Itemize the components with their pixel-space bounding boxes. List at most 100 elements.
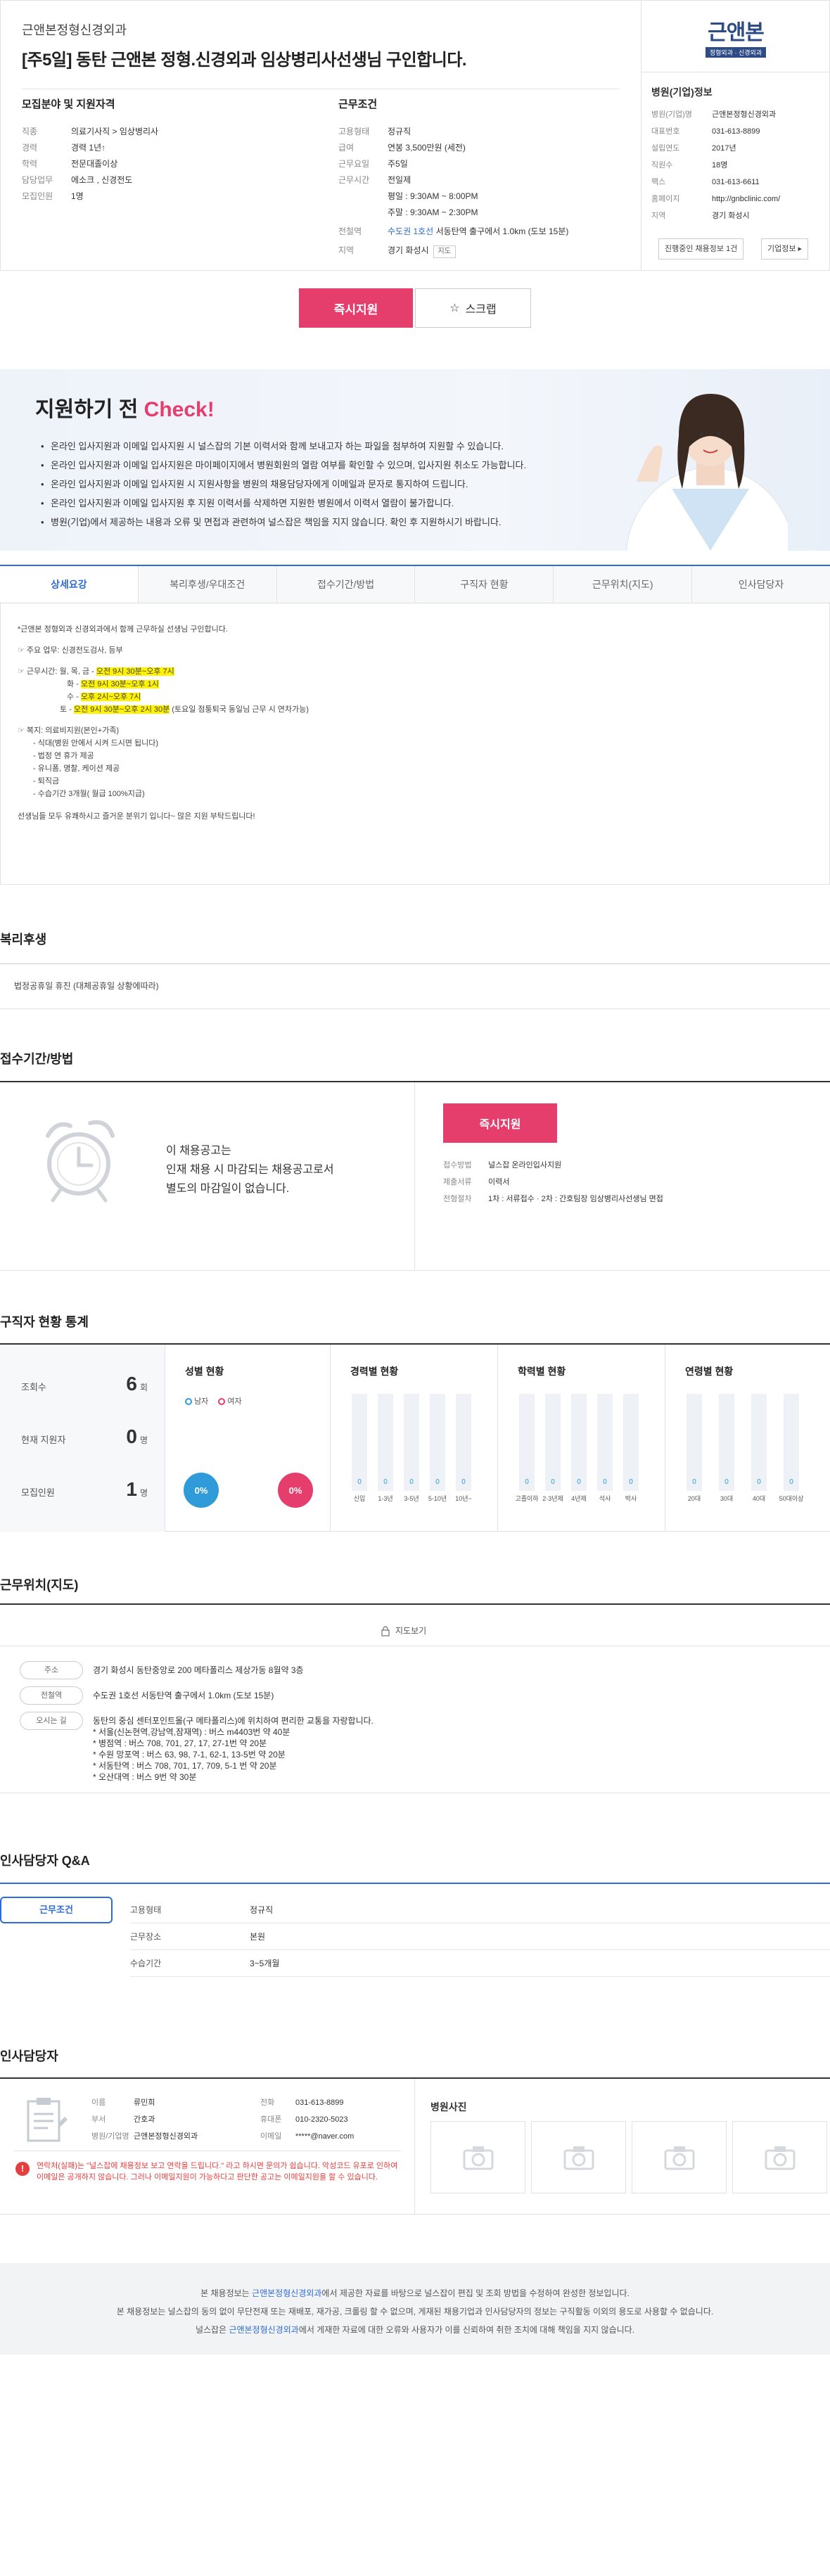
bar-value: 0 xyxy=(724,1478,729,1486)
gender-stats: 성별 현황 남자 여자 0% 0% xyxy=(165,1345,331,1532)
hr-mobile[interactable]: 010-2320-5023 xyxy=(295,2111,348,2128)
bar-track: 0 xyxy=(571,1394,587,1491)
bar-label: 50대이상 xyxy=(779,1495,804,1502)
bar-label: 2·3년제 xyxy=(542,1495,563,1502)
job-detail-content: *근앤본 정형외과 신경외과에서 함께 근무하실 선생님 구인합니다. ☞ 주요… xyxy=(0,603,830,885)
star-icon: ☆ xyxy=(449,302,460,314)
tab-location[interactable]: 근무위치(지도) xyxy=(553,566,692,603)
female-percent: 0% xyxy=(278,1473,313,1508)
ongoing-jobs-button[interactable]: 진행중인 채용정보 1건 xyxy=(658,238,744,259)
hr-phone[interactable]: 031-613-8899 xyxy=(295,2094,344,2111)
footer-line: 본 채용정보는 널스잡의 동의 없이 무단전재 또는 재배포, 재가공, 크롤링… xyxy=(116,2307,714,2317)
applicant-stats: 조회수 6회 현재 지원자 0명 모집인원 1명 성별 현황 남자 여자 0% … xyxy=(0,1343,830,1532)
address-row: 주소 경기 화성시 동탄중앙로 200 메타폴리스 제상가동 8월약 3층 xyxy=(20,1661,304,1679)
corp-row: 설립연도 2017년 xyxy=(651,144,736,153)
hospital-photo-slot[interactable] xyxy=(732,2121,827,2193)
condition-row: 근무시간 전일제 xyxy=(338,175,411,185)
tab-detail[interactable]: 상세요강 xyxy=(0,566,138,603)
tab-hr[interactable]: 인사담당자 xyxy=(691,566,830,603)
condition-row: 전철역 수도권 1호선 서동탄역 출구에서 1.0km (도보 15분) xyxy=(338,226,569,236)
views-stat: 조회수 6회 xyxy=(21,1373,148,1395)
bar-label: 신입 xyxy=(353,1495,366,1502)
recruit-row: 경력 경력 1년↑ xyxy=(22,143,106,153)
bar-label: 30대 xyxy=(720,1495,734,1502)
map-mini-button[interactable]: 지도 xyxy=(433,245,456,258)
bar-value: 0 xyxy=(789,1478,793,1486)
bar-track: 0 xyxy=(719,1394,734,1491)
recruit-stat: 모집인원 1명 xyxy=(21,1478,148,1500)
scrap-label: 스크랩 xyxy=(465,304,497,316)
hr-title: 인사담당자 xyxy=(0,2049,58,2063)
corp-row: 병원(기업)명 근앤본정형신경외과 xyxy=(651,110,777,119)
corp-info-list: 병원(기업)명 근앤본정형신경외과 대표번호 031-613-8899 설립연도 20… xyxy=(651,106,820,224)
qna-tab-conditions[interactable]: 근무조건 xyxy=(0,1897,113,1923)
hospital-photo-title: 병원사진 xyxy=(430,2101,467,2113)
corp-row: 홈페이지 http://gnbclinic.com/ xyxy=(651,191,820,207)
check-item: 온라인 입사지원과 이메일 입사지원 후 지원 이력서를 삭제하면 지원한 병원… xyxy=(41,494,526,513)
qna-row: 고용형태 정규직 xyxy=(130,1897,830,1923)
company-logo[interactable]: 근앤본 정형외과 · 신경외과 xyxy=(641,1,830,72)
bar-track: 0 xyxy=(404,1394,419,1491)
qna-row: 수습기간 3~5개월 xyxy=(130,1950,830,1977)
tab-welfare[interactable]: 복리후생/우대조건 xyxy=(137,566,276,603)
bar-track: 0 xyxy=(378,1394,393,1491)
welfare-content: 법정공휴일 휴진 (대체공휴일 상황에따라) xyxy=(0,963,830,1009)
recruit-row: 직종 의료기사직 > 임상병리사 xyxy=(22,127,159,136)
condition-row: 평일 : 9:30AM ~ 8:00PM xyxy=(388,191,478,201)
reception-row: 전형절차 1차 : 서류접수 · 2차 : 간호팀장 임상병리사선생님 면접 xyxy=(443,1195,663,1203)
corp-row: 팩스 031-613-6611 xyxy=(651,178,760,186)
hospital-photo-slot[interactable] xyxy=(632,2121,727,2193)
hr-contact-info: 이름 류민희 부서 간호과 병원/기업명 근앤본정형신경외과 전화 031-613-88… xyxy=(0,2079,415,2215)
recruit-title: 모집분야 및 지원자격 xyxy=(22,98,115,110)
hr-email[interactable]: *****@naver.com xyxy=(295,2128,354,2145)
hr-info-left: 이름 류민희 부서 간호과 병원/기업명 근앤본정형신경외과 xyxy=(91,2098,198,2141)
doctor-illustration xyxy=(626,394,788,551)
welfare-title: 복리후생 xyxy=(0,933,47,947)
check-item: 온라인 입사지원과 이메일 입사지원 시 지원사항을 병원의 채용담당자에게 이… xyxy=(41,475,526,494)
company-name[interactable]: 근앤본정형신경외과 xyxy=(22,20,620,39)
qna-row: 근무장소 본원 xyxy=(130,1923,830,1950)
hr-info-right: 전화 031-613-8899 휴대폰 010-2320-5023 이메일 *****… xyxy=(260,2094,354,2145)
lock-icon xyxy=(381,1626,390,1636)
stats-title: 구직자 현황 통계 xyxy=(0,1315,89,1329)
bar-label: 박사 xyxy=(625,1495,637,1502)
check-item: 온라인 입사지원과 이메일 입사지원은 마이페이지에서 병원회원의 열람 여부를… xyxy=(41,456,526,475)
age-stats: 연령별 현황 0 20대 0 30대 0 40대 0 50대이상 xyxy=(665,1345,829,1532)
bar-label: 5-10년 xyxy=(428,1495,447,1502)
condition-row: 고용형태 정규직 xyxy=(338,127,411,136)
tab-reception[interactable]: 접수기간/방법 xyxy=(276,566,415,603)
corp-info-button[interactable]: 기업정보 ▸ xyxy=(761,238,809,259)
route-row: 오시는 길 동탄의 중심 센터포인트몰(구 메타폴리스)에 위치하여 편리한 교… xyxy=(20,1712,374,1783)
reception-box: 이 채용공고는 인재 채용 시 마감되는 채용공고로서 별도의 마감일이 없습니… xyxy=(0,1081,830,1271)
reception-row: 제출서류 이력서 xyxy=(443,1178,510,1186)
bar-value: 0 xyxy=(409,1478,414,1486)
tab-applicant-stats[interactable]: 구직자 현황 xyxy=(414,566,554,603)
footer-line: 널스잡은 근앤본정형신경외과에서 게재한 자료에 대한 오류와 사용자가 이를 … xyxy=(195,2325,635,2335)
corp-info-panel: 근앤본 정형외과 · 신경외과 병원(기업)정보 병원(기업)명 근앤본정형신경외… xyxy=(641,1,830,270)
hospital-photo-slot[interactable] xyxy=(531,2121,626,2193)
bar-value: 0 xyxy=(692,1478,696,1486)
footer-line: 본 채용정보는 근앤본정형신경외과에서 제공한 자료를 바탕으로 널스잡이 편집… xyxy=(200,2288,630,2298)
bar-value: 0 xyxy=(577,1478,581,1486)
alarm-clock-icon xyxy=(46,1120,115,1203)
bar-track: 0 xyxy=(430,1394,445,1491)
bar-track: 0 xyxy=(597,1394,613,1491)
location-title: 근무위치(지도) xyxy=(0,1578,79,1592)
education-stats: 학력별 현황 0 고졸이하 0 2·3년제 0 4년제 0 석사 0 박사 xyxy=(498,1345,665,1532)
homepage-link[interactable]: http://gnbclinic.com/ xyxy=(712,191,780,207)
scrap-button[interactable]: ☆ 스크랩 xyxy=(415,288,531,328)
bar-track: 0 xyxy=(519,1394,535,1491)
camera-icon xyxy=(563,2146,594,2170)
check-item: 온라인 입사지원과 이메일 입사지원 시 널스잡의 기본 이력서와 함께 보내고… xyxy=(41,437,526,456)
apply-button[interactable]: 즉시지원 xyxy=(299,288,413,328)
recruit-row: 담당업무 에소크 , 신경전도 xyxy=(22,175,133,185)
corp-row: 직원수 18명 xyxy=(651,161,728,169)
reception-title: 접수기간/방법 xyxy=(0,1052,74,1066)
reception-apply-button[interactable]: 즉시지원 xyxy=(443,1103,557,1143)
bar-label: 10년~ xyxy=(455,1495,472,1502)
stats-summary: 조회수 6회 현재 지원자 0명 모집인원 1명 xyxy=(0,1345,165,1532)
map-view-link[interactable]: 지도보기 xyxy=(380,1625,426,1636)
gender-legend: 남자 여자 xyxy=(185,1395,242,1406)
hospital-photo-slot[interactable] xyxy=(430,2121,525,2193)
corp-row: 대표번호 031-613-8899 xyxy=(651,127,760,136)
